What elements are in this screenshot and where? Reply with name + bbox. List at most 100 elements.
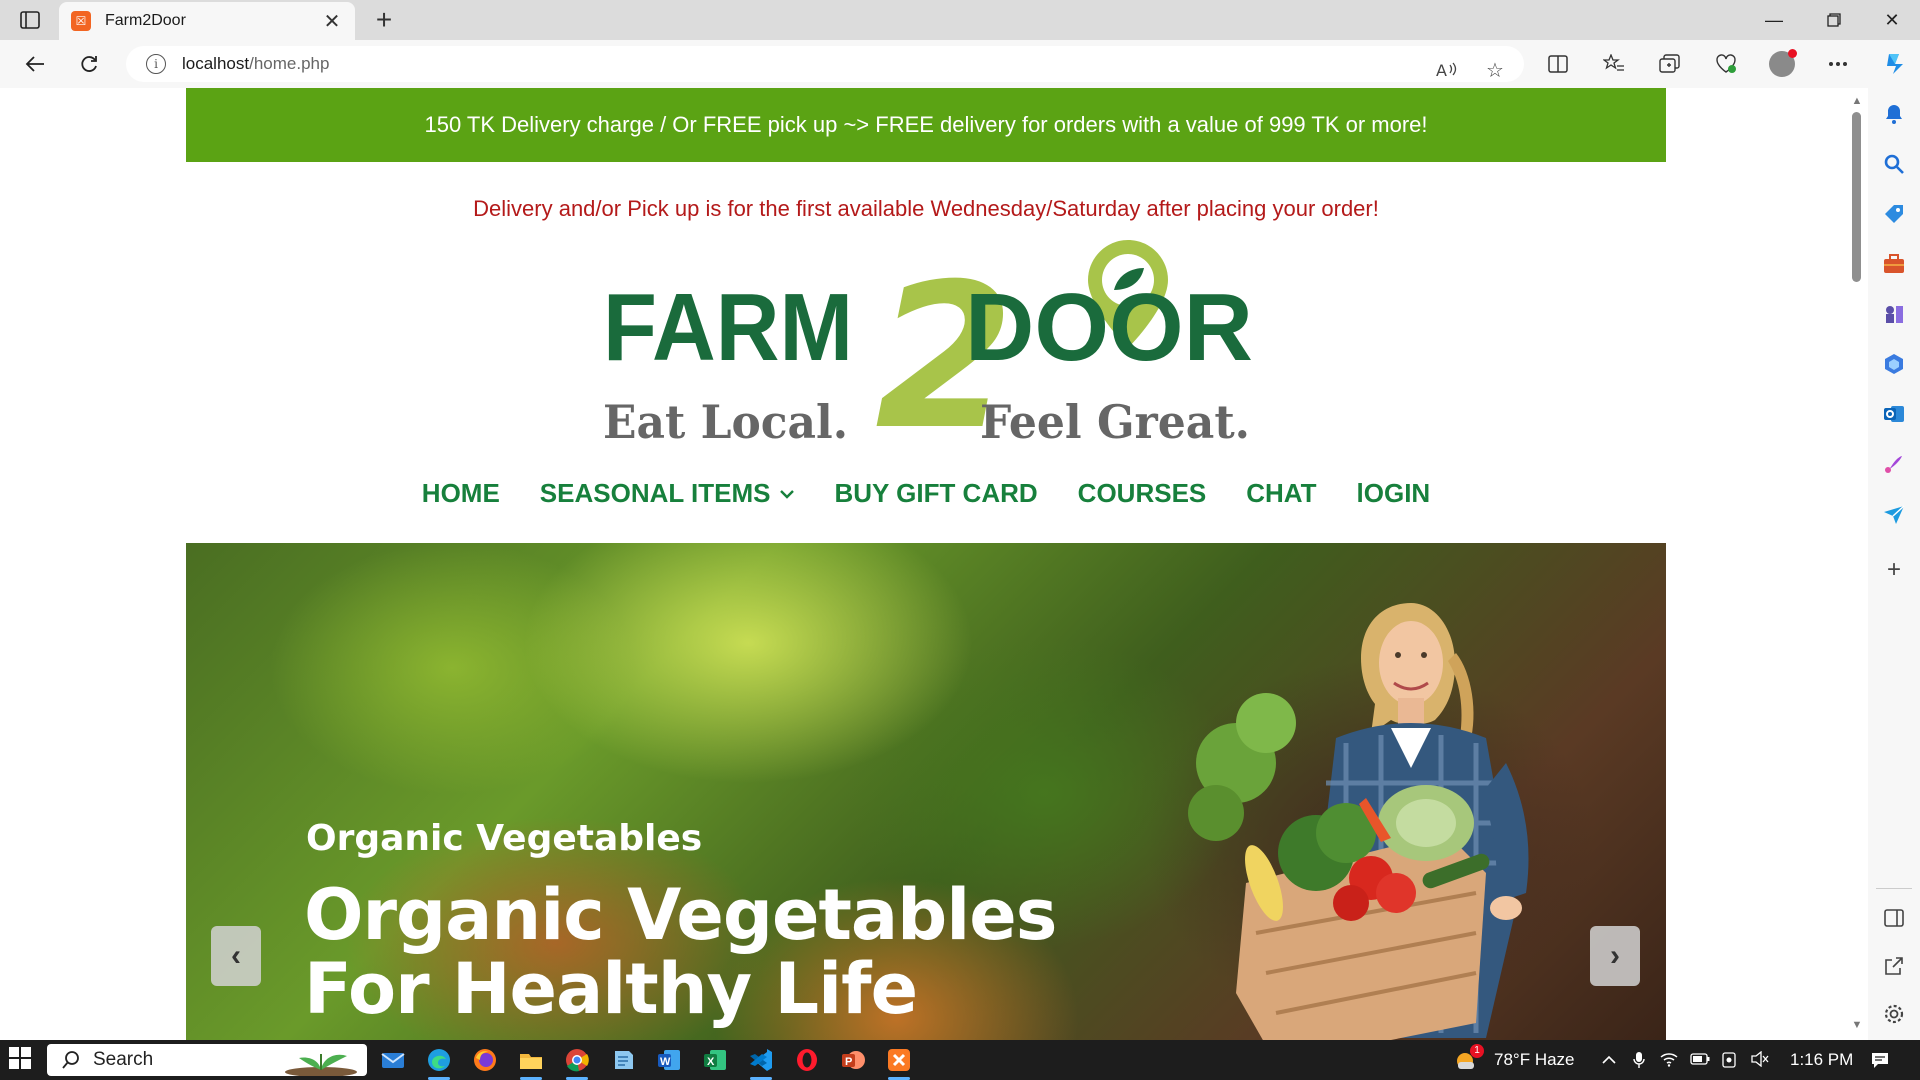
browser-essentials-icon[interactable] [1708,48,1744,80]
back-button[interactable] [18,48,52,80]
edge-browser-icon[interactable] [425,1046,453,1074]
wifi-icon[interactable] [1660,1051,1678,1069]
microphone-icon[interactable] [1630,1051,1648,1069]
xampp-icon[interactable] [885,1046,913,1074]
copilot-icon[interactable] [1876,48,1912,80]
delivery-promo-banner: 150 TK Delivery charge / Or FREE pick up… [186,88,1666,162]
scroll-up-arrow-icon[interactable]: ▲ [1850,94,1864,108]
search-icon[interactable] [1882,152,1906,176]
notepad-icon[interactable] [609,1046,637,1074]
notification-center-icon[interactable] [1870,1051,1888,1069]
weather-text[interactable]: 78°F Haze [1494,1050,1575,1070]
hide-sidebar-icon[interactable] [1882,906,1906,930]
opera-icon[interactable] [793,1046,821,1074]
tab-actions-icon[interactable] [14,8,46,32]
excel-icon[interactable]: X [701,1046,729,1074]
svg-text:P: P [845,1056,852,1068]
nav-chat-label: CHAT [1246,478,1317,508]
nav-chat[interactable]: CHAT [1246,478,1316,509]
add-sidebar-app-icon[interactable]: + [1882,558,1906,582]
site-info-icon[interactable]: i [146,54,166,74]
word-icon[interactable]: W [655,1046,683,1074]
windows-taskbar: Search W X P 1 78°F Haze 1:16 PM [0,1040,1920,1080]
hero-title-line-1: Organic Vegetables [304,874,1057,956]
split-screen-icon[interactable] [1540,48,1576,80]
carousel-prev-button[interactable]: ‹ [211,926,261,986]
taskbar-search-box[interactable]: Search [47,1044,367,1076]
svg-text:A: A [1436,61,1447,79]
minimize-button[interactable]: — [1746,4,1802,36]
file-explorer-icon[interactable] [517,1046,545,1074]
vpn-shield-icon[interactable] [1720,1051,1738,1069]
logo-word-left: FARM [603,274,853,381]
hero-title: Organic Vegetables For Healthy Life [304,874,1057,1026]
main-navigation: HOME SEASONAL ITEMS BUY GIFT CARD COURSE… [186,478,1666,509]
search-icon [62,1051,79,1069]
settings-more-icon[interactable] [1820,48,1856,80]
sidebar-settings-gear-icon[interactable] [1882,1002,1906,1026]
nav-seasonal-items[interactable]: SEASONAL ITEMS [540,478,795,509]
tools-briefcase-icon[interactable] [1882,252,1906,276]
delivery-notice: Delivery and/or Pick up is for the first… [473,196,1379,221]
taskbar-search-label: Search [93,1049,154,1070]
favorite-star-icon[interactable]: ☆ [1478,54,1512,86]
read-aloud-icon[interactable]: A [1430,54,1464,86]
volume-muted-icon[interactable] [1750,1050,1769,1069]
url-bar[interactable]: i localhost/home.php A ☆ [126,46,1524,82]
vscode-icon[interactable] [747,1046,775,1074]
url-host: localhost [182,54,250,73]
chevron-down-icon [780,489,795,499]
battery-icon[interactable] [1690,1051,1710,1069]
windows-start-icon[interactable] [8,1046,36,1074]
weather-alert-badge: 1 [1470,1044,1484,1058]
drop-send-icon[interactable] [1882,502,1906,526]
active-tab[interactable]: ☒ Farm2Door ✕ [59,2,355,40]
shopping-tag-icon[interactable] [1882,202,1906,226]
address-toolbar: i localhost/home.php A ☆ [0,40,1920,88]
collections-icon[interactable] [1652,48,1688,80]
games-chess-icon[interactable] [1882,302,1906,326]
tab-title: Farm2Door [105,12,186,29]
nav-login-label: lOGIN [1356,478,1431,508]
open-external-icon[interactable] [1882,954,1906,978]
designer-icon[interactable] [1882,452,1906,476]
edge-sidebar: + [1868,88,1920,1040]
search-highlight-plant-icon [285,1054,357,1076]
scroll-thumb[interactable] [1852,112,1861,282]
hero-carousel: Organic Vegetables Organic Vegetables Fo… [186,543,1666,1040]
microsoft-365-icon[interactable] [1882,352,1906,376]
mail-app-icon[interactable] [379,1046,407,1074]
logo-word-right: DOOR [965,274,1253,381]
nav-login[interactable]: lOGIN [1357,478,1431,509]
url-text[interactable]: localhost/home.php [182,54,329,74]
scroll-down-arrow-icon[interactable]: ▼ [1850,1018,1864,1032]
profile-avatar[interactable] [1764,48,1800,80]
avatar [1769,49,1797,77]
nav-courses[interactable]: COURSES [1078,478,1207,509]
nav-buy-gift-card[interactable]: BUY GIFT CARD [834,478,1037,509]
logo-tagline-right: Feel Great. [980,395,1250,448]
powerpoint-icon[interactable]: P [839,1046,867,1074]
notifications-bell-icon[interactable] [1882,102,1906,126]
refresh-button[interactable] [72,48,106,80]
page-scrollbar[interactable]: ▲ ▼ [1846,88,1868,1040]
browser-tab-bar: ☒ Farm2Door ✕ + — ✕ [0,0,1920,40]
nav-buy-gift-card-label: BUY GIFT CARD [834,478,1038,508]
firefox-icon[interactable] [471,1046,499,1074]
tab-close-icon[interactable]: ✕ [321,9,343,34]
new-tab-button[interactable]: + [368,4,400,36]
farm2door-logo[interactable]: 2 FARM DOOR Eat Local. Feel Great. [595,228,1255,448]
show-hidden-icons-chevron-up-icon[interactable] [1600,1051,1618,1069]
chrome-icon[interactable] [563,1046,591,1074]
nav-home-label: HOME [421,478,500,508]
clock-time[interactable]: 1:16 PM [1790,1050,1853,1070]
carousel-next-button[interactable]: › [1590,926,1640,986]
close-window-button[interactable]: ✕ [1864,4,1920,36]
svg-text:X: X [707,1056,715,1068]
page-viewport: 150 TK Delivery charge / Or FREE pick up… [0,88,1846,1040]
restore-button[interactable] [1806,4,1862,36]
favorites-icon[interactable] [1596,48,1632,80]
nav-home[interactable]: HOME [422,478,500,509]
outlook-icon[interactable] [1882,402,1906,426]
svg-text:W: W [660,1056,671,1068]
